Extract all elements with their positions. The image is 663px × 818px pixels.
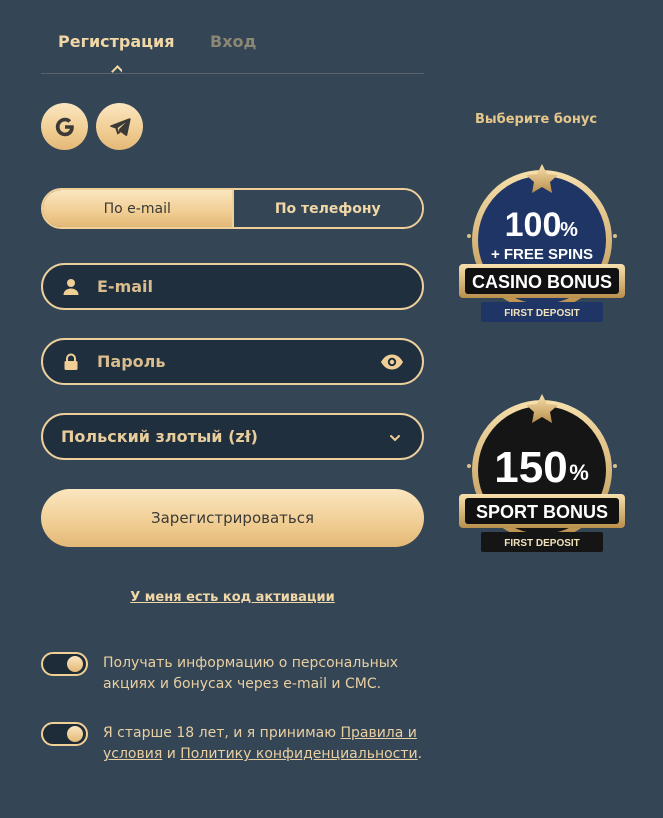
method-phone-option[interactable]: По телефону: [231, 190, 422, 227]
sport-bonus-badge[interactable]: 150 % SPORT BONUS FIRST DEPOSIT: [455, 390, 629, 558]
method-email-option[interactable]: По e-mail: [43, 190, 232, 227]
age-consent-suffix: .: [417, 746, 423, 762]
google-icon: [55, 117, 74, 136]
telegram-login-button[interactable]: [96, 103, 143, 150]
currency-selected-value: Польский злотый (zł): [61, 427, 258, 446]
chevron-down-icon: [390, 435, 400, 442]
casino-bonus-badge[interactable]: 100 % + FREE SPINS CASINO BONUS FIRST DE…: [455, 160, 629, 328]
email-field-wrapper: [41, 263, 424, 310]
registration-method-switch: По e-mail По телефону: [41, 188, 424, 229]
promo-consent-toggle[interactable]: [41, 652, 88, 676]
show-password-eye-icon[interactable]: [380, 353, 404, 371]
tab-register[interactable]: Регистрация: [58, 32, 175, 51]
bonus-title: Выберите бонус: [475, 112, 598, 127]
privacy-policy-link[interactable]: Политику конфиденциальности: [180, 746, 417, 762]
sport-bonus-label: SPORT BONUS: [476, 502, 608, 522]
casino-bonus-label: CASINO BONUS: [472, 272, 612, 292]
activation-code-link[interactable]: У меня есть код активации: [41, 590, 424, 605]
casino-bonus-percent: 100: [505, 206, 562, 244]
register-submit-button[interactable]: Зарегистрироваться: [41, 489, 424, 547]
currency-select[interactable]: Польский злотый (zł): [41, 413, 424, 460]
user-icon: [63, 279, 79, 295]
casino-bonus-sub: FIRST DEPOSIT: [504, 308, 580, 319]
toggle-knob: [67, 726, 83, 742]
sport-bonus-percent-sign: %: [569, 460, 589, 485]
sport-bonus-percent: 150: [494, 443, 567, 492]
password-input[interactable]: [43, 340, 422, 383]
email-input[interactable]: [43, 265, 422, 308]
tab-login[interactable]: Вход: [210, 32, 256, 51]
telegram-icon: [109, 117, 131, 136]
lock-icon: [64, 353, 78, 370]
age-consent-prefix: Я старше 18 лет, и я принимаю: [103, 725, 341, 741]
google-login-button[interactable]: [41, 103, 88, 150]
active-tab-caret-icon: [111, 64, 122, 75]
casino-bonus-spins: + FREE SPINS: [491, 246, 593, 263]
auth-tabs: Регистрация Вход: [41, 28, 424, 74]
age-consent-toggle[interactable]: [41, 722, 88, 746]
toggle-knob: [67, 656, 83, 672]
password-field-wrapper: [41, 338, 424, 385]
casino-bonus-percent-sign: %: [560, 219, 578, 241]
sport-bonus-sub: FIRST DEPOSIT: [504, 538, 580, 549]
promo-consent-text: Получать информацию о персональных акция…: [103, 655, 399, 692]
age-consent-and: и: [162, 746, 181, 762]
age-consent-text: Я старше 18 лет, и я принимаю Правила и …: [103, 723, 423, 765]
